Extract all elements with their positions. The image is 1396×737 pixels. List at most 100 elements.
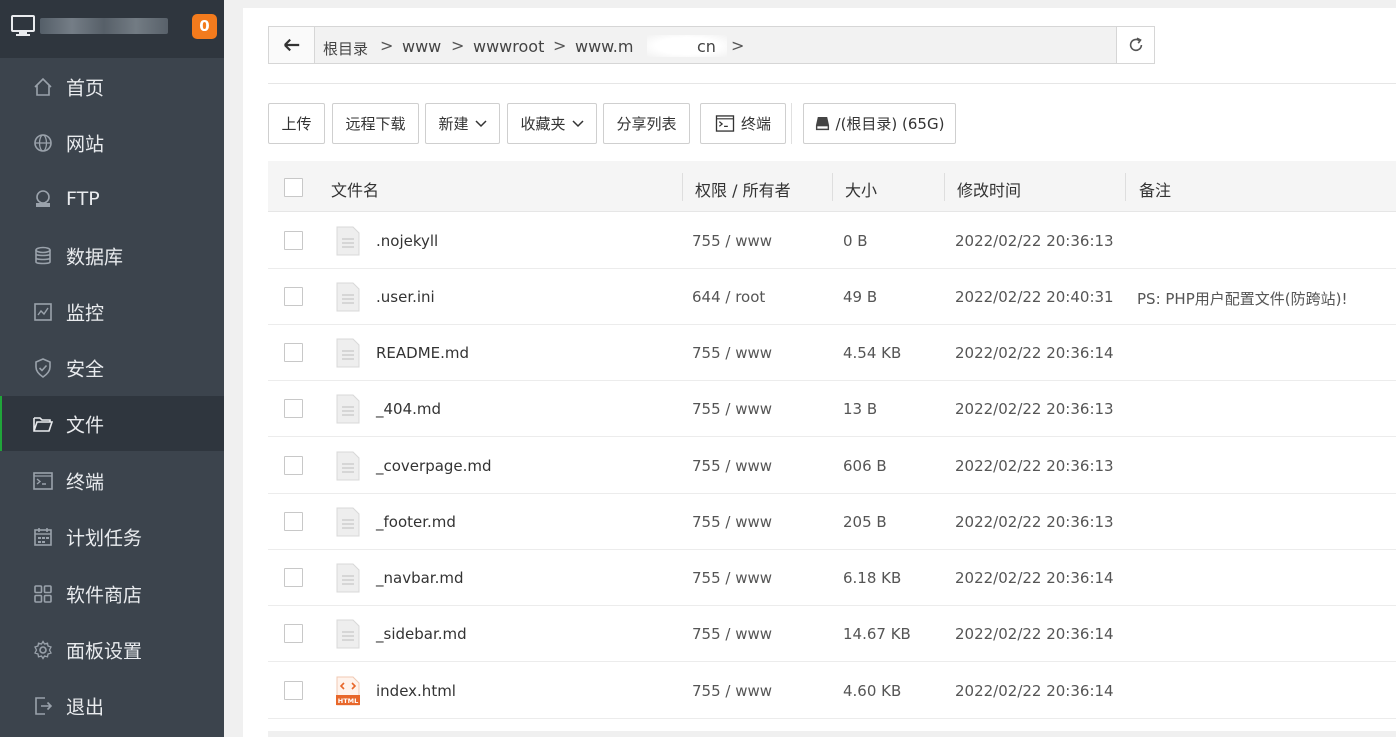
- row-checkbox[interactable]: [284, 399, 303, 418]
- file-permission[interactable]: 755 / www: [692, 682, 772, 700]
- file-permission[interactable]: 755 / www: [692, 457, 772, 475]
- breadcrumb-item[interactable]: www.m: [575, 37, 633, 56]
- file-permission[interactable]: 644 / root: [692, 288, 765, 306]
- sidebar-item-logout[interactable]: 退出: [0, 678, 224, 733]
- sidebar-item-label: 首页: [66, 77, 105, 99]
- sidebar-item-security[interactable]: 安全: [0, 340, 224, 395]
- sidebar-item-label: 终端: [66, 471, 105, 493]
- column-header-mtime[interactable]: 修改时间: [957, 177, 1021, 201]
- breadcrumb-item[interactable]: cn: [697, 37, 716, 56]
- breadcrumb-item[interactable]: wwwroot: [473, 37, 544, 56]
- refresh-icon: [1129, 37, 1143, 52]
- upload-button[interactable]: 上传: [268, 103, 325, 144]
- file-name[interactable]: _navbar.md: [376, 569, 463, 587]
- column-header-perm[interactable]: 权限 / 所有者: [695, 177, 791, 201]
- table-row[interactable]: .user.ini 644 / root 49 B 2022/02/22 20:…: [268, 269, 1396, 325]
- select-all-checkbox[interactable]: [284, 178, 303, 197]
- file-name[interactable]: .user.ini: [376, 288, 435, 306]
- file-name[interactable]: _coverpage.md: [376, 457, 492, 475]
- sidebar-item-home[interactable]: 首页: [0, 59, 224, 114]
- row-checkbox[interactable]: [284, 287, 303, 306]
- refresh-button[interactable]: [1116, 26, 1155, 64]
- file-mtime: 2022/02/22 20:36:13: [955, 232, 1114, 250]
- row-checkbox[interactable]: [284, 343, 303, 362]
- row-checkbox[interactable]: [284, 456, 303, 475]
- terminal-button[interactable]: 终端: [700, 103, 786, 144]
- breadcrumb-item[interactable]: www: [402, 37, 441, 56]
- file-icon: [336, 507, 360, 537]
- file-name[interactable]: _footer.md: [376, 513, 456, 531]
- table-row[interactable]: _sidebar.md 755 / www 14.67 KB 2022/02/2…: [268, 606, 1396, 662]
- row-checkbox[interactable]: [284, 681, 303, 700]
- sidebar-item-settings[interactable]: 面板设置: [0, 622, 224, 677]
- row-checkbox[interactable]: [284, 568, 303, 587]
- ftp-icon: [36, 189, 50, 207]
- file-permission[interactable]: 755 / www: [692, 400, 772, 418]
- html-badge-text: HTML: [338, 697, 358, 705]
- file-icon: [336, 451, 360, 481]
- file-permission[interactable]: 755 / www: [692, 625, 772, 643]
- table-row[interactable]: _navbar.md 755 / www 6.18 KB 2022/02/22 …: [268, 550, 1396, 606]
- sidebar-item-label: 计划任务: [66, 527, 143, 549]
- file-size: 13 B: [843, 400, 878, 418]
- table-row[interactable]: _footer.md 755 / www 205 B 2022/02/22 20…: [268, 494, 1396, 550]
- file-mtime: 2022/02/22 20:36:13: [955, 400, 1114, 418]
- file-icon: [336, 619, 360, 649]
- file-permission[interactable]: 755 / www: [692, 232, 772, 250]
- file-mtime: 2022/02/22 20:36:14: [955, 569, 1114, 587]
- breadcrumb-separator: >: [731, 36, 745, 55]
- file-mtime: 2022/02/22 20:36:13: [955, 513, 1114, 531]
- sidebar-item-label: 安全: [66, 358, 105, 380]
- favorites-dropdown-button[interactable]: 收藏夹: [507, 103, 597, 144]
- table-row[interactable]: _404.md 755 / www 13 B 2022/02/22 20:36:…: [268, 381, 1396, 437]
- file-name[interactable]: _404.md: [376, 400, 441, 418]
- breadcrumb-root[interactable]: 根目录: [323, 38, 368, 59]
- table-row[interactable]: README.md 755 / www 4.54 KB 2022/02/22 2…: [268, 325, 1396, 381]
- table-row[interactable]: .nojekyll 755 / www 0 B 2022/02/22 20:36…: [268, 213, 1396, 269]
- file-permission[interactable]: 755 / www: [692, 513, 772, 531]
- column-header-size[interactable]: 大小: [845, 177, 877, 201]
- share-list-button[interactable]: 分享列表: [603, 103, 690, 144]
- file-name[interactable]: index.html: [376, 682, 456, 700]
- table-row[interactable]: HTML index.html 755 / www 4.60 KB 2022/0…: [268, 663, 1396, 719]
- sidebar-item-monitor[interactable]: 监控: [0, 284, 224, 339]
- file-permission[interactable]: 755 / www: [692, 569, 772, 587]
- file-name[interactable]: _sidebar.md: [376, 625, 467, 643]
- disk-button[interactable]: /(根目录) (65G): [803, 103, 956, 144]
- row-checkbox[interactable]: [284, 624, 303, 643]
- sidebar-item-app-store[interactable]: 软件商店: [0, 566, 224, 621]
- sidebar-item-label: 文件: [66, 414, 105, 436]
- sidebar-item-label: 监控: [66, 302, 105, 324]
- row-checkbox[interactable]: [284, 231, 303, 250]
- sidebar-item-cron[interactable]: 计划任务: [0, 509, 224, 564]
- sidebar-item-ftp[interactable]: FTP: [0, 171, 224, 226]
- column-divider: [1125, 173, 1126, 201]
- sidebar-item-terminal[interactable]: 终端: [0, 453, 224, 508]
- back-button[interactable]: [269, 27, 315, 63]
- file-manager-panel: 根目录 > www > wwwroot > www.m cn > 上传 远程下载…: [243, 8, 1396, 737]
- html-file-icon: HTML: [336, 676, 360, 706]
- server-name-blurred: [40, 18, 168, 34]
- file-name[interactable]: .nojekyll: [376, 232, 438, 250]
- sidebar-item-database[interactable]: 数据库: [0, 228, 224, 283]
- logout-icon: [35, 696, 53, 715]
- favorites-label: 收藏夹: [520, 115, 566, 133]
- table-row[interactable]: _coverpage.md 755 / www 606 B 2022/02/22…: [268, 438, 1396, 494]
- row-checkbox[interactable]: [284, 512, 303, 531]
- terminal-label: 终端: [740, 115, 771, 133]
- arrow-left-icon: [284, 38, 300, 52]
- notification-badge[interactable]: 0: [192, 14, 217, 39]
- sidebar: 0 首页 网站 FTP 数据库 监控 安全 文件 终端 计划任务 软件商店 面板…: [0, 0, 224, 737]
- sidebar-item-label: 退出: [66, 696, 105, 718]
- column-header-name[interactable]: 文件名: [331, 177, 379, 201]
- new-dropdown-button[interactable]: 新建: [425, 103, 500, 144]
- sidebar-item-websites[interactable]: 网站: [0, 115, 224, 170]
- sidebar-item-files[interactable]: 文件: [0, 396, 224, 451]
- remote-download-button[interactable]: 远程下载: [332, 103, 419, 144]
- file-icon: [336, 282, 360, 312]
- file-permission[interactable]: 755 / www: [692, 344, 772, 362]
- monitor-chart-icon: [34, 302, 52, 321]
- column-divider: [832, 173, 833, 201]
- file-name[interactable]: README.md: [376, 344, 469, 362]
- monitor-icon: [11, 15, 35, 36]
